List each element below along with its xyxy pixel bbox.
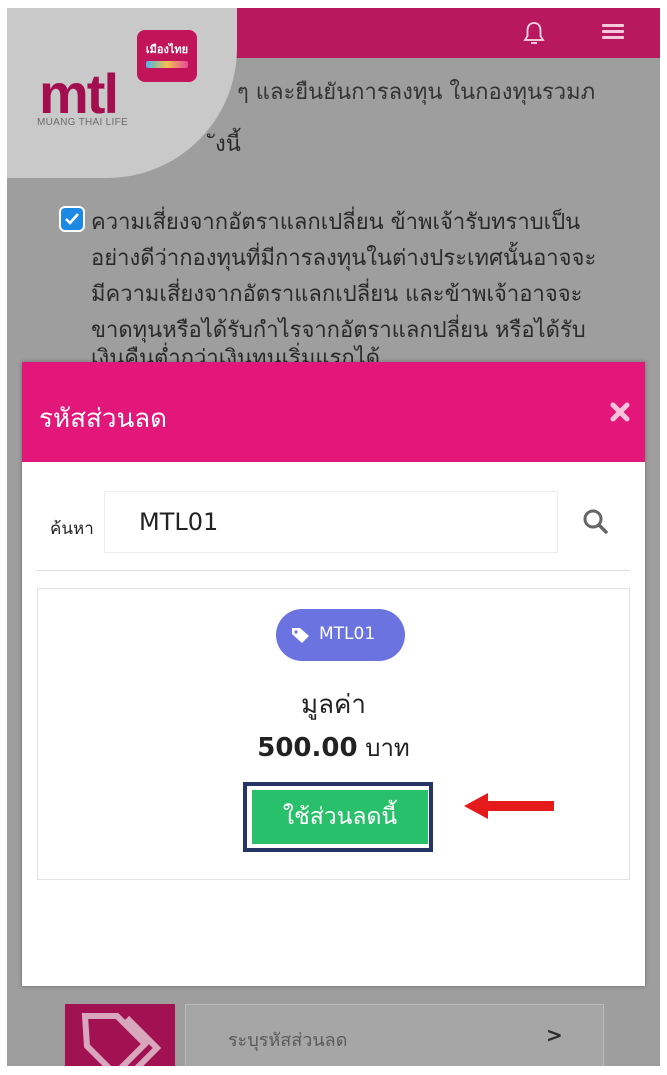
search-label: ค้นหา [50,519,94,539]
coupon-code-badge: MTL01 [276,609,405,661]
coupon-amount: 500.00 บาท [22,728,645,767]
search-input[interactable] [104,491,558,553]
disclaimer-checkbox[interactable] [59,206,85,232]
coupon-value-label: มูลค่า [300,690,367,720]
disclaimer-line: มีความเสี่ยงจากอัตราแลกเปลี่ยน และข้าพเจ… [91,282,583,307]
disclaimer-line: ความเสี่ยงจากอัตราแลกเปลี่ยน ข้าพเจ้ารับ… [91,210,581,235]
apply-discount-button[interactable]: ใช้ส่วนลดนี้ [252,790,428,844]
logo-subtitle: MUANG THAI LIFE [37,117,128,128]
tag-icon [81,1013,162,1066]
promo-code-placeholder: ระบุรหัสส่วนลด [228,1030,348,1051]
hamburger-menu-icon[interactable] [602,24,624,39]
close-x-icon[interactable] [609,401,631,423]
coupon-amount-value: 500.00 [257,733,358,763]
logo-badge: เมืองไทย [137,30,197,82]
tag-icon [292,628,309,643]
behind-text-line: ังนี้ [215,132,241,157]
modal-header: รหัสส่วนลด [22,362,645,462]
promo-code-field[interactable]: ระบุรหัสส่วนลด > [185,1004,604,1066]
promo-tag-icon [65,1004,175,1066]
behind-text-line: ๆ และยืนยันการลงทุน ในกองทุนรวมภ [237,80,596,105]
coupon-currency: บาท [365,734,410,762]
search-icon[interactable] [582,508,610,536]
logo-badge-text: เมืองไทย [145,43,189,56]
bell-icon[interactable] [522,20,546,48]
coupon-code: MTL01 [319,624,376,644]
modal-title: รหัสส่วนลด [39,404,168,434]
disclaimer-line: อย่างดีว่ากองทุนที่มีการลงทุนในต่างประเท… [91,246,597,271]
divider [36,570,630,571]
chevron-right-icon: > [546,1023,563,1047]
checkmark-icon [65,213,79,225]
app-screen: ๆ และยืนยันการลงทุน ในกองทุนรวมภ ังนี้ m… [7,8,660,1066]
annotation-arrow-icon [464,793,554,819]
discount-code-modal: รหัสส่วนลด ค้นหา MTL01 มูลค่า 500.00 บาท… [22,362,645,986]
logo[interactable]: mtl [39,66,119,122]
